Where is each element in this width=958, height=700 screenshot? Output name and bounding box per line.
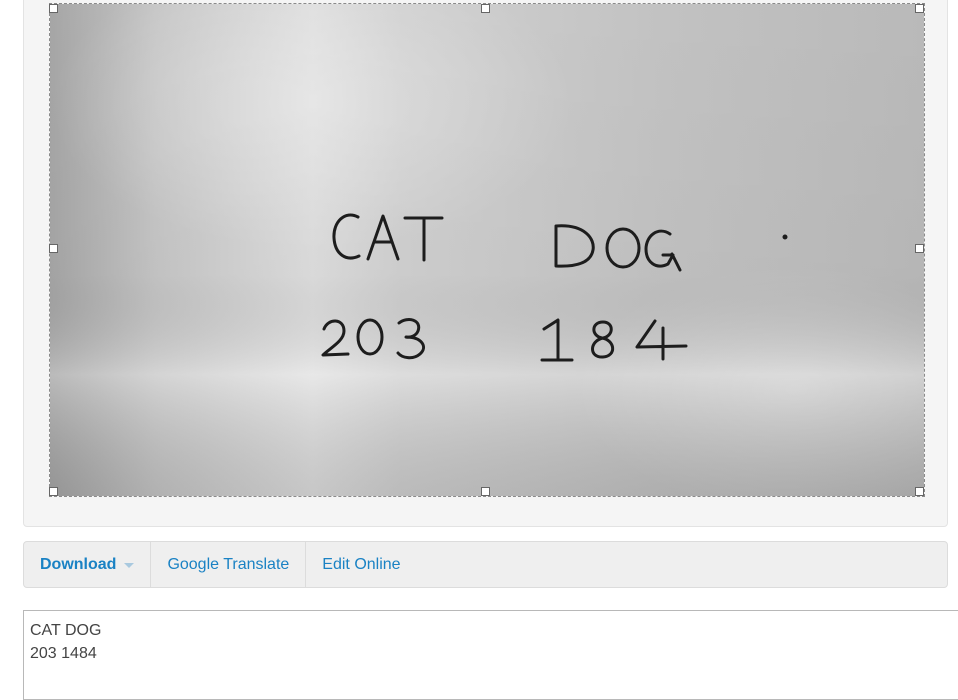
- crop-handle-sw[interactable]: [49, 487, 58, 496]
- edit-online-button[interactable]: Edit Online: [306, 542, 416, 587]
- crop-handle-ne[interactable]: [915, 4, 924, 13]
- crop-handle-w[interactable]: [49, 244, 58, 253]
- crop-handle-s[interactable]: [481, 487, 490, 496]
- crop-handle-se[interactable]: [915, 487, 924, 496]
- edit-online-label: Edit Online: [322, 555, 401, 573]
- caret-down-icon: [124, 563, 135, 568]
- crop-handle-nw[interactable]: [49, 4, 58, 13]
- crop-handle-e[interactable]: [915, 244, 924, 253]
- google-translate-button[interactable]: Google Translate: [151, 542, 307, 587]
- download-button[interactable]: Download: [24, 542, 152, 587]
- google-translate-label: Google Translate: [167, 555, 290, 573]
- action-toolbar: Download Google Translate Edit Online: [23, 541, 948, 588]
- crop-selection[interactable]: [49, 3, 925, 497]
- ocr-result-textarea[interactable]: CAT DOG 203 1484: [23, 610, 958, 700]
- download-label: Download: [40, 555, 117, 573]
- crop-handle-n[interactable]: [481, 4, 490, 13]
- uploaded-photo: [50, 4, 924, 496]
